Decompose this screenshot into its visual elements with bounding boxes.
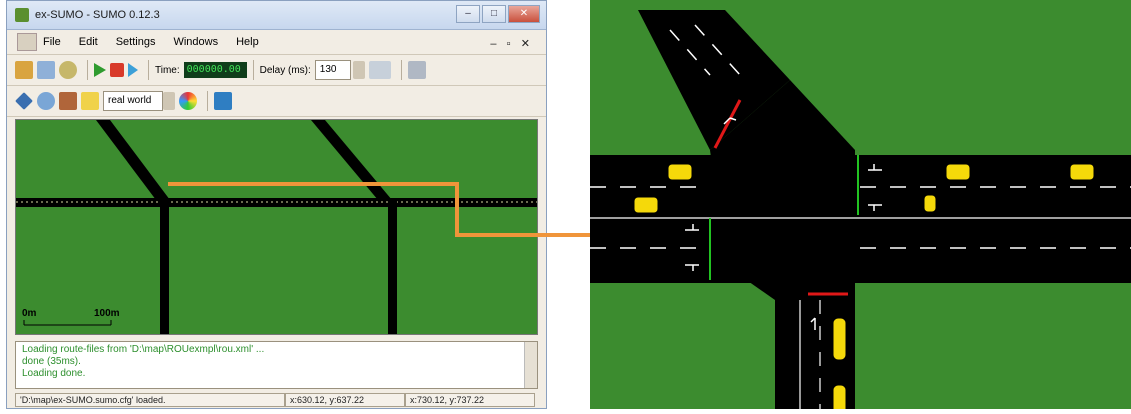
vehicle (1069, 163, 1095, 181)
zoomed-intersection-view (590, 0, 1131, 414)
vehicle (923, 194, 937, 213)
intersection-canvas (590, 0, 1131, 414)
vehicle (633, 196, 659, 214)
vehicle (667, 163, 693, 181)
vehicle (945, 163, 971, 181)
vehicle (832, 384, 847, 414)
vehicle (832, 317, 847, 361)
